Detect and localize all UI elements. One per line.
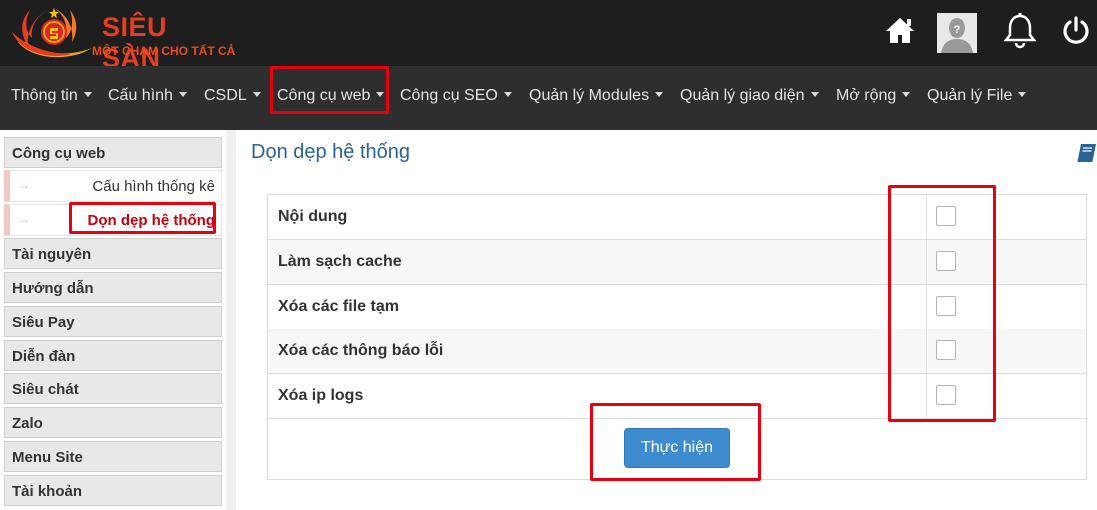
- sidebar-item-label: Cấu hình thống kê: [92, 178, 215, 195]
- avatar-placeholder-icon: ?: [937, 13, 977, 53]
- caret-down-icon: [252, 92, 261, 97]
- home-icon[interactable]: [884, 16, 916, 44]
- nav-item-mo-rong[interactable]: Mở rộng: [836, 87, 911, 105]
- caret-down-icon: [503, 92, 512, 97]
- nav-item-csdl[interactable]: CSDL: [204, 87, 261, 105]
- nav-label: Thông tin: [11, 87, 78, 104]
- sidebar-category-sieu-pay[interactable]: Siêu Pay: [4, 306, 222, 337]
- sidebar-category-sieu-chat[interactable]: Siêu chát: [4, 373, 222, 404]
- nav-label: Cấu hình: [108, 87, 173, 104]
- sidebar-item-cau-hinh-thong-ke[interactable]: → Cấu hình thống kê: [4, 170, 222, 202]
- sidebar-category-tai-khoan[interactable]: Tài khoản: [4, 475, 222, 506]
- arrow-right-icon: →: [18, 212, 30, 226]
- nav-label: CSDL: [204, 87, 247, 104]
- sidebar-category-dien-dan[interactable]: Diễn đàn: [4, 340, 222, 371]
- nav-label: Mở rộng: [836, 87, 897, 104]
- site-logo[interactable]: SIÊU SÀN MỘT CHẠM CHO TẤT CẢ: [8, 2, 235, 73]
- sidebar-category-tai-nguyen[interactable]: Tài nguyên: [4, 238, 222, 269]
- nav-label: Quản lý Modules: [529, 87, 650, 104]
- nav-item-thong-tin[interactable]: Thông tin: [11, 87, 92, 105]
- top-header: SIÊU SÀN MỘT CHẠM CHO TẤT CẢ ?: [0, 0, 1097, 73]
- nav-item-quan-ly-file[interactable]: Quản lý File: [927, 87, 1027, 105]
- nav-item-cau-hinh[interactable]: Cấu hình: [108, 87, 187, 105]
- nav-label: Công cụ SEO: [400, 87, 498, 104]
- sidebar-category-huong-dan[interactable]: Hướng dẫn: [4, 272, 222, 303]
- caret-down-icon: [1018, 92, 1027, 97]
- caret-down-icon: [810, 92, 819, 97]
- power-icon[interactable]: [1061, 16, 1091, 46]
- caret-down-icon: [902, 92, 911, 97]
- nav-label: Quản lý giao diện: [680, 87, 805, 104]
- logo-emblem-icon: [12, 8, 92, 58]
- avatar[interactable]: ?: [937, 13, 977, 53]
- nav-item-cong-cu-seo[interactable]: Công cụ SEO: [400, 87, 512, 105]
- row-label: Xóa các file tạm: [278, 298, 399, 315]
- nav-item-quan-ly-modules[interactable]: Quản lý Modules: [529, 87, 664, 105]
- row-label: Xóa ip logs: [278, 387, 364, 404]
- highlight-box-sidebar: [69, 202, 216, 234]
- main-nav: Thông tin Cấu hình CSDL Công cụ web Công…: [0, 66, 1097, 130]
- row-label: Xóa các thông báo lỗi: [278, 342, 444, 359]
- caret-down-icon: [178, 92, 187, 97]
- highlight-box-checkboxes: [888, 185, 996, 422]
- svg-text:?: ?: [954, 24, 961, 36]
- nav-item-quan-ly-giao-dien[interactable]: Quản lý giao diện: [680, 87, 819, 105]
- bell-icon[interactable]: [1003, 13, 1037, 49]
- row-label: Nội dung: [278, 208, 348, 225]
- caret-down-icon: [83, 92, 92, 97]
- sidebar-category-zalo[interactable]: Zalo: [4, 407, 222, 438]
- row-label: Làm sạch cache: [278, 253, 402, 270]
- page-title: Dọn dẹp hệ thống: [251, 141, 411, 163]
- caret-down-icon: [655, 92, 664, 97]
- logo-subtitle: MỘT CHẠM CHO TẤT CẢ: [92, 44, 236, 58]
- sidebar-section-cong-cu-web[interactable]: Công cụ web: [4, 137, 222, 168]
- highlight-box-nav: [270, 66, 389, 114]
- highlight-box-button: [590, 403, 761, 481]
- logo-title: SIÊU SÀN: [102, 12, 168, 73]
- sidebar-category-menu-site[interactable]: Menu Site: [4, 441, 222, 472]
- nav-label: Quản lý File: [927, 87, 1013, 104]
- arrow-right-icon: →: [18, 178, 30, 192]
- book-icon[interactable]: [1076, 143, 1097, 163]
